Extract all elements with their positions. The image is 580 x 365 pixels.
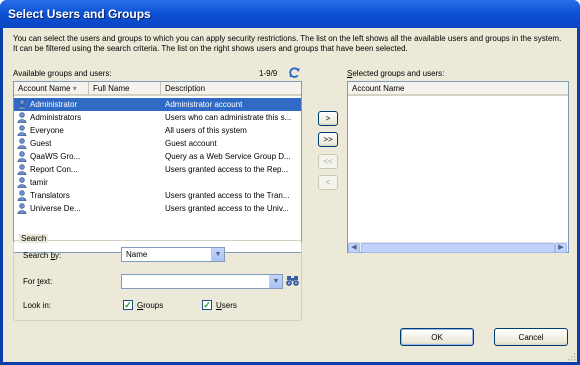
table-row[interactable]: Guest Guest account bbox=[14, 137, 301, 150]
selected-label: Selected groups and users: bbox=[347, 69, 444, 78]
user-group-icon bbox=[17, 203, 27, 214]
intro-text: You can select the users and groups to w… bbox=[13, 34, 562, 53]
users-label-rest: sers bbox=[221, 301, 237, 310]
cell-account-name: Administrator bbox=[30, 100, 78, 109]
dialog-title: Select Users and Groups bbox=[8, 7, 151, 21]
column-header-description[interactable]: Description bbox=[161, 82, 301, 96]
binoculars-icon[interactable] bbox=[286, 275, 299, 287]
cell-account-name: QaaWS Gro... bbox=[30, 152, 81, 161]
add-button[interactable]: > bbox=[318, 111, 338, 126]
groups-checkbox[interactable]: ✓ bbox=[123, 300, 133, 310]
table-row[interactable]: Report Con... Users granted access to the… bbox=[14, 163, 301, 176]
selected-list[interactable]: Account Name ◀ ▶ bbox=[347, 81, 569, 253]
cell-account-name: Administrators bbox=[30, 113, 82, 122]
table-row[interactable]: QaaWS Gro... Query as a Web Service Group… bbox=[14, 150, 301, 163]
search-by-accel: b bbox=[50, 251, 56, 260]
table-row[interactable]: Administrator Administrator account bbox=[14, 98, 301, 111]
cell-description: Query as a Web Service Group D... bbox=[165, 152, 291, 161]
groups-label-rest: roups bbox=[143, 301, 164, 310]
column-header-selected-account-name[interactable]: Account Name bbox=[348, 82, 568, 96]
cell-account-name: Report Con... bbox=[30, 165, 78, 174]
column-header-account-name[interactable]: Account Name ▾ bbox=[14, 82, 89, 96]
search-by-select[interactable]: Name ▼ bbox=[121, 247, 225, 262]
available-label: Available groups and users: bbox=[13, 69, 112, 78]
table-row[interactable]: Universe De... Users granted access to th… bbox=[14, 202, 301, 215]
for-text-input[interactable]: ▼ bbox=[121, 274, 283, 289]
cell-account-name: Everyone bbox=[30, 126, 64, 135]
chevron-down-icon: ▼ bbox=[269, 275, 282, 288]
title-bar[interactable]: Select Users and Groups bbox=[0, 0, 580, 28]
look-in-label: Look in: bbox=[23, 301, 52, 310]
groups-checkbox-label[interactable]: Groups bbox=[137, 301, 163, 310]
table-row[interactable]: Administrators Users who can administrate… bbox=[14, 111, 301, 124]
refresh-icon[interactable] bbox=[288, 66, 301, 79]
selected-list-hscrollbar[interactable]: ◀ ▶ bbox=[348, 242, 568, 253]
chevron-down-icon: ▼ bbox=[211, 248, 224, 261]
user-group-icon bbox=[17, 125, 27, 136]
ok-button[interactable]: OK bbox=[400, 328, 474, 346]
remove-button[interactable]: < bbox=[318, 175, 338, 190]
cell-description: Users granted access to the Rep... bbox=[165, 165, 289, 174]
column-header-full-name[interactable]: Full Name bbox=[89, 82, 161, 96]
scroll-thumb[interactable] bbox=[361, 243, 555, 253]
dialog-window: Select Users and Groups You can select t… bbox=[0, 0, 580, 365]
cell-account-name: tamir bbox=[30, 178, 48, 187]
search-by-label: Search by: bbox=[23, 251, 61, 260]
cancel-button[interactable]: Cancel bbox=[494, 328, 568, 346]
users-checkbox[interactable]: ✓ bbox=[202, 300, 212, 310]
table-row[interactable]: Translators Users granted access to the T… bbox=[14, 189, 301, 202]
cell-description: Users granted access to the Tran... bbox=[165, 191, 290, 200]
selected-label-rest: elected groups and users: bbox=[352, 69, 445, 78]
scroll-left-button[interactable]: ◀ bbox=[348, 243, 360, 253]
dialog-client-area: You can select the users and groups to w… bbox=[3, 28, 577, 362]
search-legend: Search bbox=[19, 234, 49, 243]
cell-account-name: Guest bbox=[30, 139, 52, 148]
users-checkbox-label[interactable]: Users bbox=[216, 301, 237, 310]
available-count: 1-9/9 bbox=[259, 69, 278, 78]
table-row[interactable]: tamir bbox=[14, 176, 301, 189]
user-group-icon bbox=[17, 177, 27, 188]
remove-all-button[interactable]: << bbox=[318, 154, 338, 169]
resize-grip-icon[interactable] bbox=[566, 351, 576, 361]
user-group-icon bbox=[17, 190, 27, 201]
cell-description: Users granted access to the Univ... bbox=[165, 204, 289, 213]
cell-description: All users of this system bbox=[165, 126, 247, 135]
for-text-accel: t bbox=[37, 277, 40, 286]
add-all-button[interactable]: >> bbox=[318, 132, 338, 147]
table-row[interactable]: Everyone All users of this system bbox=[14, 124, 301, 137]
user-group-icon bbox=[17, 99, 27, 110]
cell-account-name: Universe De... bbox=[30, 204, 81, 213]
scroll-right-button[interactable]: ▶ bbox=[555, 243, 567, 253]
user-group-icon bbox=[17, 151, 27, 162]
user-group-icon bbox=[17, 164, 27, 175]
cell-account-name: Translators bbox=[30, 191, 70, 200]
cell-description: Guest account bbox=[165, 139, 217, 148]
cell-description: Users who can administrate this s... bbox=[165, 113, 292, 122]
available-list[interactable]: Account Name ▾ Full Name Description Adm… bbox=[13, 81, 302, 253]
cell-description: Administrator account bbox=[165, 100, 243, 109]
search-by-label-text: Search by: bbox=[23, 251, 62, 260]
for-text-label: For text: bbox=[23, 277, 53, 286]
user-group-icon bbox=[17, 138, 27, 149]
user-group-icon bbox=[17, 112, 27, 123]
